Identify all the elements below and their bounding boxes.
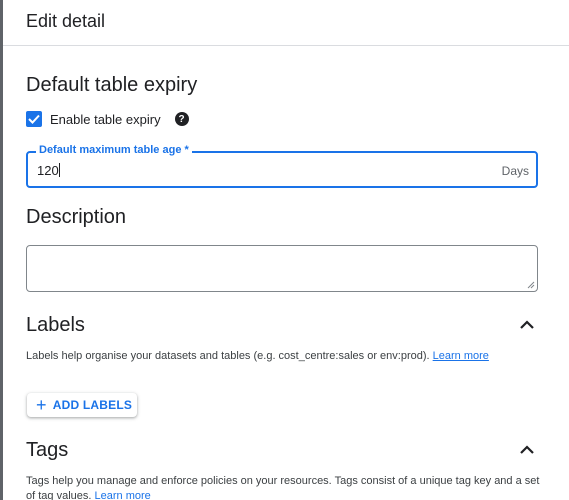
- max-table-age-field[interactable]: Default maximum table age * 120 Days: [26, 144, 538, 188]
- max-table-age-suffix: Days: [501, 164, 529, 178]
- chevron-up-icon[interactable]: [519, 444, 535, 456]
- add-labels-label: ADD LABELS: [52, 398, 133, 412]
- description-textarea[interactable]: [26, 245, 538, 292]
- expiry-section-title: Default table expiry: [26, 74, 198, 96]
- resize-handle-icon[interactable]: [527, 281, 535, 289]
- max-table-age-label: Default maximum table age *: [36, 144, 192, 156]
- tags-learn-more-link[interactable]: Learn more: [95, 490, 151, 500]
- tags-section-title: Tags: [26, 439, 69, 461]
- panel-title: Edit detail: [26, 11, 106, 31]
- question-circle-icon[interactable]: ?: [174, 112, 189, 126]
- enable-expiry-label[interactable]: Enable table expiry: [50, 112, 161, 127]
- labels-learn-more-link[interactable]: Learn more: [433, 350, 489, 362]
- description-section-title: Description: [26, 206, 127, 228]
- enable-expiry-checkbox[interactable]: [26, 111, 42, 127]
- enable-expiry-row: Enable table expiry ?: [26, 109, 189, 129]
- text-caret: [58, 163, 60, 177]
- checkmark-icon: [28, 114, 40, 124]
- chevron-up-icon[interactable]: [519, 319, 535, 331]
- panel-header: Edit detail: [3, 0, 569, 46]
- tags-help-text: Tags help you manage and enforce policie…: [26, 474, 546, 500]
- edit-detail-panel: Edit detail Default table expiry Enable …: [0, 0, 569, 500]
- panel-edge: [0, 0, 3, 500]
- max-table-age-value: 120: [37, 163, 59, 178]
- add-labels-button[interactable]: + ADD LABELS: [27, 393, 137, 417]
- labels-help-text: Labels help organise your datasets and t…: [26, 349, 546, 364]
- plus-icon: +: [36, 395, 47, 415]
- max-table-age-input[interactable]: 120: [37, 163, 60, 178]
- labels-section-title: Labels: [26, 314, 85, 336]
- labels-help-copy: Labels help organise your datasets and t…: [26, 350, 430, 362]
